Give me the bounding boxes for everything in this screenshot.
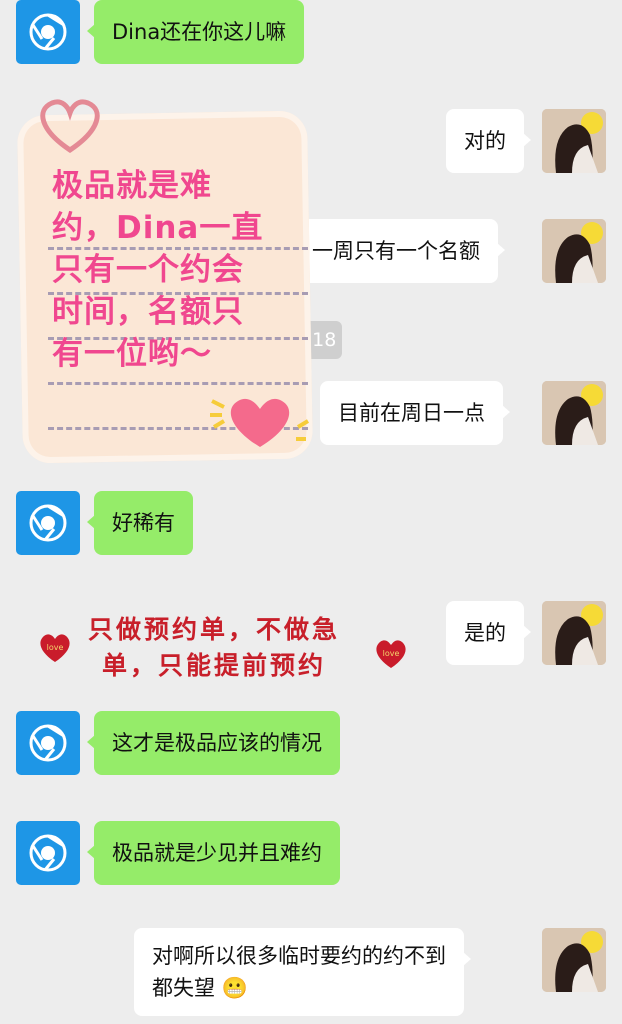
pink-note-text: 极品就是难 约，Dina一直 只有一个约会 时间，名额只 有一位哟～ (52, 168, 264, 372)
message-text-line2: 都失望 😬 (152, 976, 248, 1000)
girl-photo-avatar-icon (542, 928, 606, 992)
message-text: 是的 (464, 621, 506, 645)
red-banner-sticker: love 只做预约单，不做急 单，只能提前预约 love (30, 612, 420, 692)
love-badge-text: love (47, 643, 64, 652)
grimace-emoji-icon: 😬 (221, 976, 248, 1000)
love-badge-text: love (383, 649, 400, 658)
message-bubble-sent[interactable]: 极品就是少见并且难约 (87, 821, 340, 885)
message-bubble-sent[interactable]: Dina还在你这儿嘛 (86, 0, 305, 64)
girl-photo-avatar-icon (542, 601, 606, 665)
message-text: 这才是极品应该的情况 (112, 731, 322, 755)
pink-note-sticker: 极品就是难 约，Dina一直 只有一个约会 时间，名额只 有一位哟～ (12, 95, 314, 467)
girl-photo-avatar-icon (542, 381, 606, 445)
user-avatar[interactable] (542, 381, 606, 445)
user-avatar[interactable] (542, 219, 606, 283)
red-banner-line1: 只做预约单，不做急 (88, 615, 341, 644)
message-bubble-sent[interactable]: 这才是极品应该的情况 (87, 711, 340, 775)
red-banner-text: 只做预约单，不做急 单，只能提前预约 (88, 612, 378, 684)
contact-avatar[interactable] (16, 711, 80, 775)
message-bubble-sent[interactable]: 好稀有 (87, 491, 193, 555)
message-text: 好稀有 (112, 511, 175, 535)
browser-logo-icon (29, 504, 67, 542)
pink-heart-icon (210, 398, 310, 447)
message-text: 对的 (464, 129, 506, 153)
girl-photo-avatar-icon (542, 219, 606, 283)
message-text: 极品就是少见并且难约 (112, 841, 322, 865)
user-avatar[interactable] (542, 109, 606, 173)
message-text: 目前在周日一点 (338, 401, 485, 425)
message-bubble-received[interactable]: 是的 (446, 601, 531, 665)
user-avatar[interactable] (542, 601, 606, 665)
message-text: Dina还在你这儿嘛 (112, 20, 287, 44)
user-avatar[interactable] (542, 928, 606, 992)
message-bubble-received[interactable]: 目前在周日一点 (320, 381, 510, 445)
browser-logo-icon (29, 834, 67, 872)
message-bubble-received[interactable]: 一周只有一个名额 (290, 219, 505, 283)
contact-avatar[interactable] (16, 821, 80, 885)
message-text-line1: 对啊所以很多临时要约的约不到 (152, 944, 446, 968)
contact-avatar[interactable] (16, 0, 80, 64)
love-heart-icon: love (376, 640, 406, 668)
chat-screen: Dina还在你这儿嘛 对的 一周只有一个名额 :18 目前在周日一点 极品就是难… (0, 0, 622, 1024)
heart-outline-icon (40, 99, 100, 154)
browser-logo-icon (29, 724, 67, 762)
message-bubble-received[interactable]: 对啊所以很多临时要约的约不到 都失望 😬 (134, 928, 471, 1016)
girl-photo-avatar-icon (542, 109, 606, 173)
contact-avatar[interactable] (16, 491, 80, 555)
red-banner-line2: 单，只能提前预约 (102, 651, 327, 680)
message-text: 一周只有一个名额 (312, 239, 480, 263)
browser-logo-icon (29, 13, 67, 51)
love-heart-icon: love (40, 634, 70, 662)
message-bubble-received[interactable]: 对的 (446, 109, 531, 173)
